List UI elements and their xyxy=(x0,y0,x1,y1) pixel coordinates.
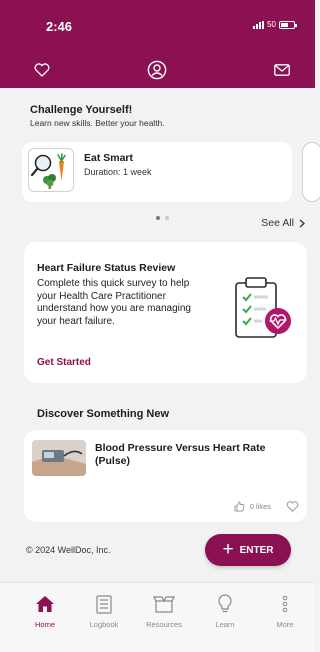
article-title: Blood Pressure Versus Heart Rate (Pulse) xyxy=(95,442,266,468)
heart-outline-icon xyxy=(34,63,50,77)
challenge-card-title: Eat Smart xyxy=(84,152,134,164)
home-icon xyxy=(34,593,56,615)
clipboard-heart-icon xyxy=(235,277,291,338)
profile-icon xyxy=(147,60,167,80)
plus-icon: + xyxy=(222,538,234,560)
carousel-pagination xyxy=(156,216,169,220)
signal-icon xyxy=(253,20,265,29)
discover-title: Discover Something New xyxy=(37,408,170,420)
pagination-dot[interactable] xyxy=(165,216,169,220)
logbook-icon xyxy=(93,593,115,615)
battery-icon xyxy=(279,20,297,29)
challenge-subtitle: Learn new skills. Better your health. xyxy=(30,118,165,128)
tab-logbook-label: Logbook xyxy=(89,620,119,629)
learn-icon xyxy=(214,593,236,615)
status-indicators: 50 xyxy=(253,20,297,29)
copyright-text: © 2024 WellDoc, Inc. xyxy=(26,545,111,555)
tab-more-label: More xyxy=(276,620,294,629)
challenge-card-duration: Duration: 1 week xyxy=(84,167,152,177)
more-icon xyxy=(274,593,296,615)
tab-learn-label: Learn xyxy=(215,620,235,629)
tab-resources[interactable]: Resources xyxy=(134,593,194,629)
challenge-title: Challenge Yourself! xyxy=(30,104,133,116)
tab-home[interactable]: Home xyxy=(15,593,75,629)
pagination-dot-active[interactable] xyxy=(156,216,160,220)
survey-title: Heart Failure Status Review xyxy=(37,262,176,274)
see-all-label: See All xyxy=(261,217,294,229)
survey-description: Complete this quick survey to help your … xyxy=(37,278,191,328)
resources-icon xyxy=(153,593,175,615)
tab-home-label: Home xyxy=(34,620,55,629)
tab-resources-label: Resources xyxy=(146,620,182,629)
tab-more[interactable]: More xyxy=(255,593,315,629)
eat-smart-icon xyxy=(28,148,74,192)
article-likes: 0 likes xyxy=(234,501,299,512)
enter-button[interactable]: + ENTER xyxy=(205,534,291,566)
status-bar: 2:46 50 xyxy=(0,0,315,52)
article-thumbnail xyxy=(32,440,86,476)
messages-button[interactable] xyxy=(270,58,294,82)
mail-icon xyxy=(274,64,290,76)
status-time: 2:46 xyxy=(46,19,73,34)
app-header xyxy=(0,52,315,88)
tab-learn[interactable]: Learn xyxy=(195,593,255,629)
challenge-card-eat-smart[interactable]: Eat Smart Duration: 1 week xyxy=(22,142,292,202)
get-started-link[interactable]: Get Started xyxy=(37,357,91,368)
likes-count: 0 likes xyxy=(249,502,271,511)
thumbs-up-icon[interactable] xyxy=(234,501,245,512)
article-card[interactable]: Blood Pressure Versus Heart Rate (Pulse)… xyxy=(24,430,307,522)
next-challenge-card[interactable] xyxy=(302,142,320,202)
heart-outline-icon[interactable] xyxy=(286,501,299,512)
bottom-tab-bar: Home Logbook Resources Learn More xyxy=(0,582,315,652)
see-all-link[interactable]: See All xyxy=(261,217,305,229)
survey-card[interactable]: Heart Failure Status Review Complete thi… xyxy=(24,242,307,383)
battery-percent: 50 xyxy=(267,20,276,29)
enter-label: ENTER xyxy=(239,544,274,556)
chevron-right-icon xyxy=(299,219,305,227)
challenge-heading: Challenge Yourself! Learn new skills. Be… xyxy=(30,104,165,128)
favorites-heart-button[interactable] xyxy=(30,58,54,82)
tab-logbook[interactable]: Logbook xyxy=(74,593,134,629)
profile-button[interactable] xyxy=(145,58,169,82)
